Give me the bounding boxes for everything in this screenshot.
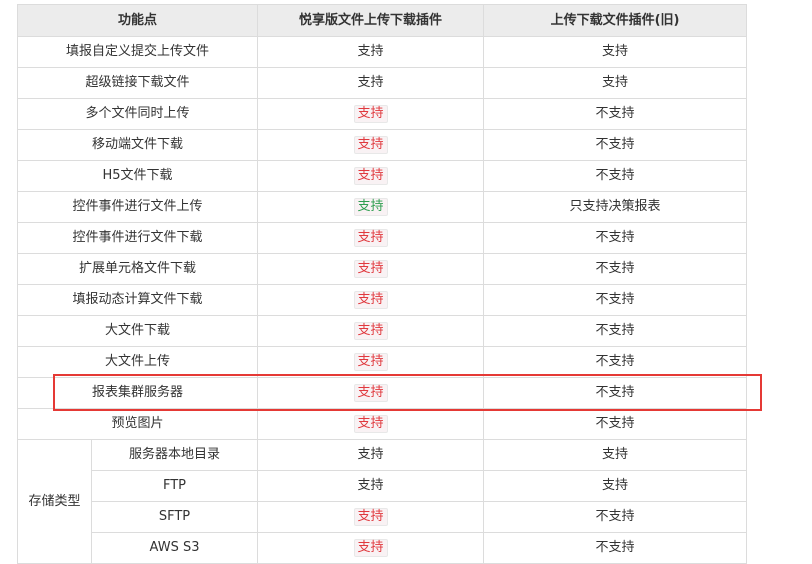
- table-row: 报表集群服务器 支持 不支持: [16, 377, 748, 409]
- storage-type-group-label: 存储类型: [17, 439, 92, 564]
- feature-cell: 填报自定义提交上传文件: [16, 36, 259, 68]
- feature-cell: 移动端文件下载: [16, 129, 259, 161]
- feature-cell: FTP: [90, 470, 259, 502]
- new-plugin-cell: 支持: [257, 470, 485, 502]
- old-plugin-cell: 不支持: [483, 532, 748, 564]
- feature-cell: 服务器本地目录: [90, 439, 259, 471]
- new-plugin-cell: 支持: [257, 377, 485, 409]
- new-plugin-cell: 支持: [257, 222, 485, 254]
- table-row: SFTP 支持 不支持: [18, 501, 748, 533]
- old-plugin-cell: 不支持: [483, 408, 748, 440]
- table-row: 超级链接下载文件 支持 支持: [16, 67, 748, 99]
- feature-cell: SFTP: [90, 501, 259, 533]
- new-plugin-cell: 支持: [257, 160, 485, 192]
- feature-cell: AWS S3: [90, 532, 259, 564]
- feature-cell: 超级链接下载文件: [16, 67, 259, 99]
- table-row: 大文件下载 支持 不支持: [16, 315, 748, 347]
- support-tag: 支持: [353, 260, 388, 278]
- header-old-plugin: 上传下载文件插件(旧): [483, 4, 748, 37]
- feature-comparison-table: 功能点 悦享版文件上传下载插件 上传下载文件插件(旧) 填报自定义提交上传文件支…: [16, 4, 748, 564]
- feature-cell: H5文件下载: [16, 160, 259, 192]
- old-plugin-cell: 不支持: [483, 377, 748, 409]
- feature-cell: 扩展单元格文件下载: [16, 253, 259, 285]
- old-plugin-cell: 支持: [483, 439, 748, 471]
- old-plugin-cell: 不支持: [483, 253, 748, 285]
- new-plugin-cell: 支持: [257, 191, 485, 223]
- support-tag: 支持: [353, 539, 388, 557]
- old-plugin-cell: 不支持: [483, 501, 748, 533]
- table-row: 填报动态计算文件下载 支持 不支持: [16, 284, 748, 316]
- table-row: 填报自定义提交上传文件 支持 支持: [16, 36, 748, 68]
- header-new-plugin: 悦享版文件上传下载插件: [257, 4, 485, 37]
- new-plugin-cell: 支持: [257, 346, 485, 378]
- table-row: 存储类型 服务器本地目录 支持 支持: [17, 439, 748, 564]
- support-tag: 支持: [353, 105, 388, 123]
- new-plugin-cell: 支持: [257, 129, 485, 161]
- old-plugin-cell: 支持: [483, 470, 748, 502]
- feature-cell: 控件事件进行文件下载: [16, 222, 259, 254]
- new-plugin-cell: 支持: [257, 284, 485, 316]
- table-row: AWS S3 支持 不支持: [18, 532, 748, 564]
- old-plugin-cell: 不支持: [483, 98, 748, 130]
- old-plugin-cell: 不支持: [483, 129, 748, 161]
- table-row: H5文件下载 支持 不支持: [16, 160, 748, 192]
- support-tag: 支持: [353, 136, 388, 154]
- table-row: 控件事件进行文件上传 支持 只支持决策报表: [16, 191, 748, 223]
- old-plugin-cell: 不支持: [483, 346, 748, 378]
- table-header-row: 功能点 悦享版文件上传下载插件 上传下载文件插件(旧): [16, 4, 748, 37]
- support-tag: 支持: [353, 229, 388, 247]
- table-row: 多个文件同时上传 支持 不支持: [16, 98, 748, 130]
- new-plugin-cell: 支持: [257, 501, 485, 533]
- table-row: 预览图片 支持 不支持: [16, 408, 748, 440]
- feature-cell: 填报动态计算文件下载: [16, 284, 259, 316]
- new-plugin-cell: 支持: [257, 532, 485, 564]
- new-plugin-cell: 支持: [257, 98, 485, 130]
- table-row: FTP 支持 支持: [18, 470, 748, 502]
- feature-cell: 大文件下载: [16, 315, 259, 347]
- support-tag: 支持: [353, 415, 388, 433]
- old-plugin-cell: 不支持: [483, 284, 748, 316]
- table-row: 控件事件进行文件下载 支持 不支持: [16, 222, 748, 254]
- feature-cell: 报表集群服务器: [16, 377, 259, 409]
- table-row: 移动端文件下载 支持 不支持: [16, 129, 748, 161]
- table-row: 扩展单元格文件下载 支持 不支持: [16, 253, 748, 285]
- old-plugin-cell: 支持: [483, 67, 748, 99]
- header-feature: 功能点: [16, 4, 259, 37]
- new-plugin-cell: 支持: [257, 67, 485, 99]
- support-tag: 支持: [353, 508, 388, 526]
- feature-cell: 多个文件同时上传: [16, 98, 259, 130]
- support-tag: 支持: [353, 291, 388, 309]
- old-plugin-cell: 不支持: [483, 222, 748, 254]
- table-body: 填报自定义提交上传文件 支持 支持 超级链接下载文件 支持 支持 多个文件同时上传 支持 不支持…: [16, 36, 748, 564]
- table-row: 大文件上传 支持 不支持: [16, 346, 748, 378]
- old-plugin-cell: 不支持: [483, 315, 748, 347]
- old-plugin-cell: 不支持: [483, 160, 748, 192]
- old-plugin-cell: 只支持决策报表: [483, 191, 748, 223]
- feature-cell: 控件事件进行文件上传: [16, 191, 259, 223]
- new-plugin-cell: 支持: [257, 439, 485, 471]
- new-plugin-cell: 支持: [257, 253, 485, 285]
- support-tag: 支持: [353, 384, 388, 402]
- new-plugin-cell: 支持: [257, 36, 485, 68]
- old-plugin-cell: 支持: [483, 36, 748, 68]
- feature-cell: 预览图片: [16, 408, 259, 440]
- support-tag: 支持: [353, 353, 388, 371]
- feature-cell: 大文件上传: [16, 346, 259, 378]
- support-tag: 支持: [353, 322, 388, 340]
- new-plugin-cell: 支持: [257, 315, 485, 347]
- new-plugin-cell: 支持: [257, 408, 485, 440]
- support-tag: 支持: [353, 198, 388, 216]
- support-tag: 支持: [353, 167, 388, 185]
